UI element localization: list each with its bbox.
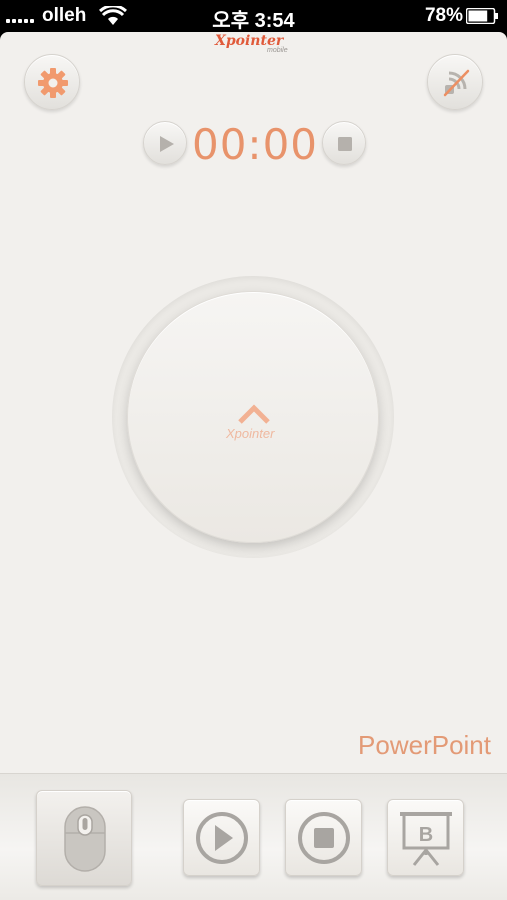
timer-display: 00:00	[191, 120, 319, 169]
timer-stop-button[interactable]	[322, 121, 366, 165]
app-main: Xpointer mobile 00:00 Xpointer PowerPoin…	[0, 32, 507, 773]
svg-text:mobile: mobile	[267, 47, 288, 54]
svg-text:B: B	[419, 824, 433, 846]
xpointer-logo: Xpointer mobile	[214, 33, 288, 54]
chevron-up-icon	[238, 404, 270, 424]
stop-circle-icon	[298, 812, 350, 864]
touchpad[interactable]: Xpointer	[127, 291, 379, 543]
slideshow-start-button[interactable]	[183, 799, 260, 876]
play-icon	[160, 136, 174, 152]
timer-start-button[interactable]	[143, 121, 187, 165]
battery-percent: 78%	[424, 5, 463, 26]
battery-icon	[465, 7, 498, 25]
mouse-mode-button[interactable]	[36, 790, 132, 886]
stop-icon	[338, 137, 352, 151]
play-circle-icon	[196, 812, 248, 864]
wireless-connect-button[interactable]	[427, 54, 483, 110]
bottom-toolbar: B	[0, 773, 507, 900]
wireless-disconnected-icon	[443, 69, 470, 97]
mode-label[interactable]: PowerPoint	[358, 730, 491, 761]
gear-icon	[38, 68, 68, 98]
touchpad-logo: Xpointer	[226, 426, 275, 441]
slideshow-stop-button[interactable]	[285, 799, 362, 876]
presentation-board-icon: B	[400, 812, 452, 866]
mouse-icon	[64, 806, 106, 872]
status-bar: olleh 오후 3:54 78%	[0, 0, 507, 32]
settings-button[interactable]	[24, 54, 80, 110]
black-screen-button[interactable]: B	[387, 799, 464, 876]
